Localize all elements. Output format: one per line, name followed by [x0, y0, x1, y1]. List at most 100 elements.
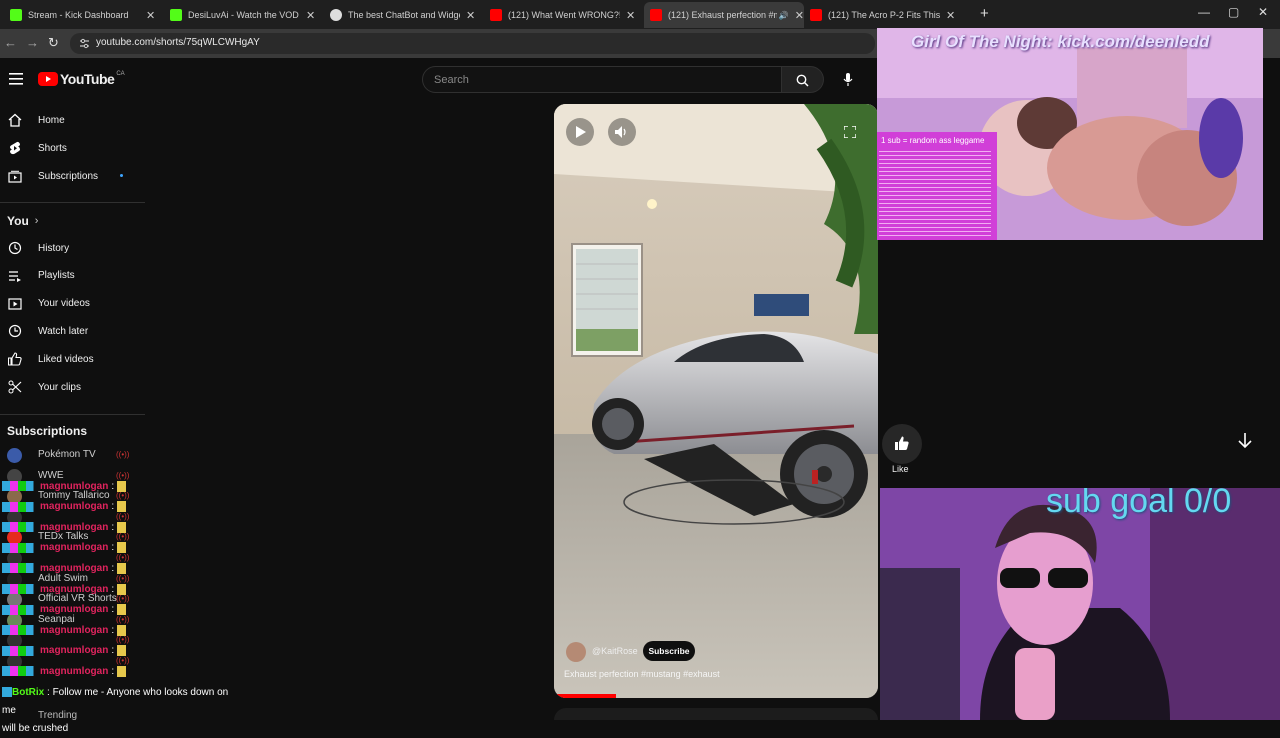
- browser-tab[interactable]: (121) The Acro P-2 Fits This Bui ✕: [810, 4, 955, 26]
- arrow-down-icon[interactable]: [1238, 433, 1252, 449]
- sidebar-item-your-clips[interactable]: Your clips: [0, 373, 145, 401]
- search-button[interactable]: [782, 66, 824, 93]
- youtube-icon: [650, 9, 662, 21]
- sub-rules-panel: 1 sub = random ass leggame: [877, 132, 997, 240]
- sidebar-item-subscriptions[interactable]: Subscriptions: [0, 162, 145, 190]
- chat-line: magnumlogan:: [2, 560, 127, 576]
- browser-tab[interactable]: DesiLuvAi - Watch the VOD on ✕: [170, 4, 315, 26]
- chat-nick: magnumlogan: [40, 501, 109, 513]
- sidebar-item-shorts[interactable]: Shorts: [0, 134, 145, 162]
- fullscreen-icon[interactable]: [844, 126, 856, 138]
- close-window-button[interactable]: ✕: [1258, 5, 1268, 19]
- voice-search-button[interactable]: [834, 66, 862, 93]
- chat-line: magnumlogan:: [2, 540, 127, 556]
- channel-handle[interactable]: @KaitRose: [592, 646, 638, 656]
- chat-emote-icon: [117, 480, 127, 492]
- your-videos-icon: [8, 297, 22, 310]
- like-button[interactable]: [882, 424, 922, 464]
- chat-badges-icon: [2, 501, 38, 512]
- chevron-right-icon: ›: [34, 215, 39, 227]
- sidebar-item-liked-videos[interactable]: Liked videos: [0, 345, 145, 373]
- channel-avatar[interactable]: [566, 642, 586, 662]
- tab-audio-icon[interactable]: 🔊: [779, 11, 789, 20]
- subscription-item[interactable]: Pokémon TV ((•)): [0, 445, 145, 465]
- browser-tab[interactable]: (121) Exhaust perfection #m 🔊 ✕: [644, 2, 804, 28]
- chat-nick: magnumlogan: [40, 624, 109, 636]
- chat-nick: magnumlogan: [40, 480, 109, 492]
- browser-tab-title: The best ChatBot and Widgets: [348, 10, 460, 20]
- sidebar-item-label: Playlists: [38, 270, 75, 282]
- chat-badges-icon: [2, 625, 38, 636]
- back-icon[interactable]: ←: [4, 35, 17, 50]
- you-section-header[interactable]: You ›: [7, 214, 38, 228]
- chat-badges-icon: [2, 666, 38, 677]
- chat-badges-icon: [2, 481, 38, 491]
- sidebar-item-history[interactable]: History: [0, 234, 145, 262]
- close-tab-icon[interactable]: ✕: [306, 9, 315, 22]
- live-icon: ((•)): [116, 450, 130, 459]
- chat-line: magnumlogan:: [2, 643, 127, 659]
- sidebar-item-watch-later[interactable]: Watch later: [0, 317, 145, 345]
- chat-line: magnumlogan:: [2, 622, 127, 638]
- chat-badges-icon: [2, 645, 38, 656]
- browser-tab-title: (121) The Acro P-2 Fits This Bui: [828, 10, 940, 20]
- sidebar-item-label: Your clips: [38, 381, 81, 393]
- subscribe-button[interactable]: Subscribe: [643, 641, 695, 661]
- shorts-video-player[interactable]: @KaitRose Subscribe Exhaust perfection #…: [554, 104, 878, 698]
- chat-emote-icon: [117, 665, 127, 677]
- search-input[interactable]: Search: [422, 66, 782, 93]
- chat-nick: magnumlogan: [40, 604, 109, 616]
- bottom-stream-webcam: sub goal 0/0: [880, 488, 1280, 720]
- chat-emote-icon: [117, 604, 127, 616]
- browser-tab[interactable]: Stream - Kick Dashboard ✕: [10, 4, 155, 26]
- chat-emote-icon: [117, 624, 127, 636]
- sidebar-item-your-videos[interactable]: Your videos: [0, 290, 145, 318]
- reload-icon[interactable]: ↻: [48, 35, 59, 51]
- search-icon: [796, 74, 809, 87]
- youtube-logo-text: YouTube: [60, 71, 115, 87]
- next-short-preview[interactable]: [554, 708, 878, 720]
- browser-tab[interactable]: (121) What Went WRONG?! SR ✕: [490, 4, 635, 26]
- maximize-button[interactable]: ▢: [1228, 5, 1239, 19]
- chat-emote-icon: [117, 521, 127, 533]
- url-field[interactable]: youtube.com/shorts/75qWLCWHgAY: [70, 33, 875, 54]
- search-placeholder: Search: [434, 74, 469, 86]
- close-tab-icon[interactable]: ✕: [946, 9, 955, 22]
- close-tab-icon[interactable]: ✕: [146, 9, 155, 22]
- minimize-button[interactable]: —: [1198, 5, 1210, 19]
- chat-line: magnumlogan:: [2, 663, 127, 679]
- play-button[interactable]: [566, 118, 594, 146]
- liked-videos-icon: [8, 352, 22, 366]
- video-frame-image: [554, 104, 878, 698]
- subscription-label: Pokémon TV: [38, 449, 96, 460]
- chat-badges-icon: [2, 584, 38, 594]
- menu-icon[interactable]: [9, 73, 23, 85]
- close-tab-icon[interactable]: ✕: [466, 9, 475, 22]
- microphone-icon: [843, 73, 853, 86]
- you-section-title: You: [7, 214, 29, 228]
- youtube-icon: [490, 9, 502, 21]
- youtube-icon: [810, 9, 822, 21]
- close-tab-icon[interactable]: ✕: [626, 9, 635, 22]
- play-icon: [576, 126, 586, 138]
- url-text: youtube.com/shorts/75qWLCWHgAY: [96, 37, 260, 48]
- close-tab-icon[interactable]: ✕: [795, 9, 804, 22]
- bot-message-line-2: will be crushed: [2, 723, 69, 734]
- youtube-header: YouTube CA Search: [0, 58, 880, 104]
- browser-tab[interactable]: The best ChatBot and Widgets ✕: [330, 4, 475, 26]
- mute-button[interactable]: [608, 118, 636, 146]
- clips-icon: [8, 380, 22, 394]
- browser-tab-title: DesiLuvAi - Watch the VOD on: [188, 10, 300, 20]
- sub-goal-text: sub goal 0/0: [1046, 488, 1232, 520]
- site-info-icon[interactable]: [79, 38, 90, 49]
- subscriptions-section-title: Subscriptions: [7, 424, 88, 438]
- like-label: Like: [892, 464, 909, 474]
- youtube-logo[interactable]: YouTube CA: [38, 71, 125, 87]
- sidebar-item-home[interactable]: Home: [0, 106, 145, 134]
- forward-icon[interactable]: →: [26, 35, 39, 50]
- new-tab-button[interactable]: +: [980, 5, 989, 22]
- chat-emote-icon: [117, 583, 127, 595]
- sidebar-item-playlists[interactable]: Playlists: [0, 262, 145, 290]
- sidebar-item-label: Watch later: [38, 325, 89, 337]
- video-progress-bar[interactable]: [554, 694, 616, 698]
